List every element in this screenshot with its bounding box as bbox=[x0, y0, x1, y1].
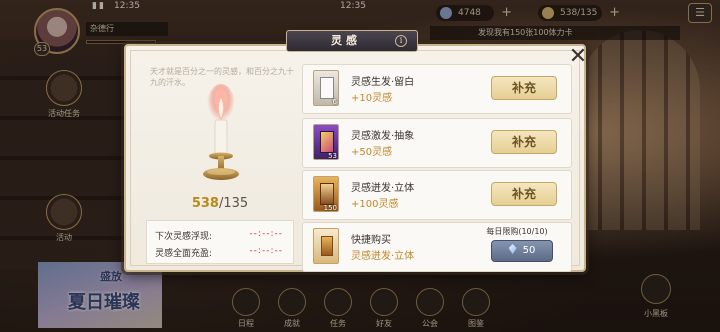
quick-buy-name: 快捷购买 bbox=[351, 235, 391, 246]
item-quantity: 53 bbox=[328, 152, 337, 160]
supply-button[interactable]: 补充 bbox=[491, 182, 557, 206]
dialog-title-bar: 灵感 i bbox=[286, 30, 418, 52]
supply-button[interactable]: 补充 bbox=[491, 130, 557, 154]
restore-timer-box: 下次灵感浮现: --:--:-- 灵感全面充盈: --:--:-- bbox=[146, 220, 294, 264]
item-name: 灵感生发·留白 bbox=[351, 77, 415, 88]
full-restore-label: 灵感全面充盈: bbox=[155, 249, 213, 259]
inspiration-max: /135 bbox=[218, 196, 249, 211]
quick-buy-row: 快捷购买 灵感迸发·立体 每日限购(10/10) 50 bbox=[302, 222, 572, 272]
item-gain: +100灵感 bbox=[351, 199, 399, 210]
candle-icon bbox=[203, 84, 239, 180]
full-restore-value: --:--:-- bbox=[249, 246, 283, 256]
item-gain: +10灵感 bbox=[351, 93, 393, 104]
item-quantity: 6 bbox=[332, 98, 337, 106]
inspiration-current: 538 bbox=[191, 196, 219, 211]
next-restore-value: --:--:-- bbox=[249, 229, 283, 239]
item-gain: +50灵感 bbox=[351, 147, 393, 158]
daily-limit: 每日限购(10/10) bbox=[486, 227, 548, 236]
buy-button[interactable]: 50 bbox=[491, 240, 553, 262]
next-restore-row: 下次灵感浮现: --:--:-- bbox=[155, 229, 291, 242]
item-quantity: 150 bbox=[323, 204, 337, 212]
buy-price: 50 bbox=[522, 245, 536, 256]
item-row: 6 灵感生发·留白 +10灵感 补充 bbox=[302, 64, 572, 114]
supply-button[interactable]: 补充 bbox=[491, 76, 557, 100]
next-restore-label: 下次灵感浮现: bbox=[155, 232, 213, 242]
item-row: 150 灵感迸发·立体 +100灵感 补充 bbox=[302, 170, 572, 220]
info-icon[interactable]: i bbox=[395, 35, 407, 47]
item-name: 灵感迸发·立体 bbox=[351, 183, 415, 194]
item-row: 53 灵感激发·抽象 +50灵感 补充 bbox=[302, 118, 572, 168]
full-restore-row: 灵感全面充盈: --:--:-- bbox=[155, 246, 291, 259]
item-name: 灵感激发·抽象 bbox=[351, 131, 415, 142]
dialog-title: 灵感 bbox=[331, 34, 361, 47]
diamond-icon bbox=[508, 244, 517, 254]
quick-buy-item: 灵感迸发·立体 bbox=[351, 251, 415, 262]
shop-card-icon bbox=[313, 228, 339, 264]
inspiration-count: 538/135 bbox=[150, 196, 290, 211]
